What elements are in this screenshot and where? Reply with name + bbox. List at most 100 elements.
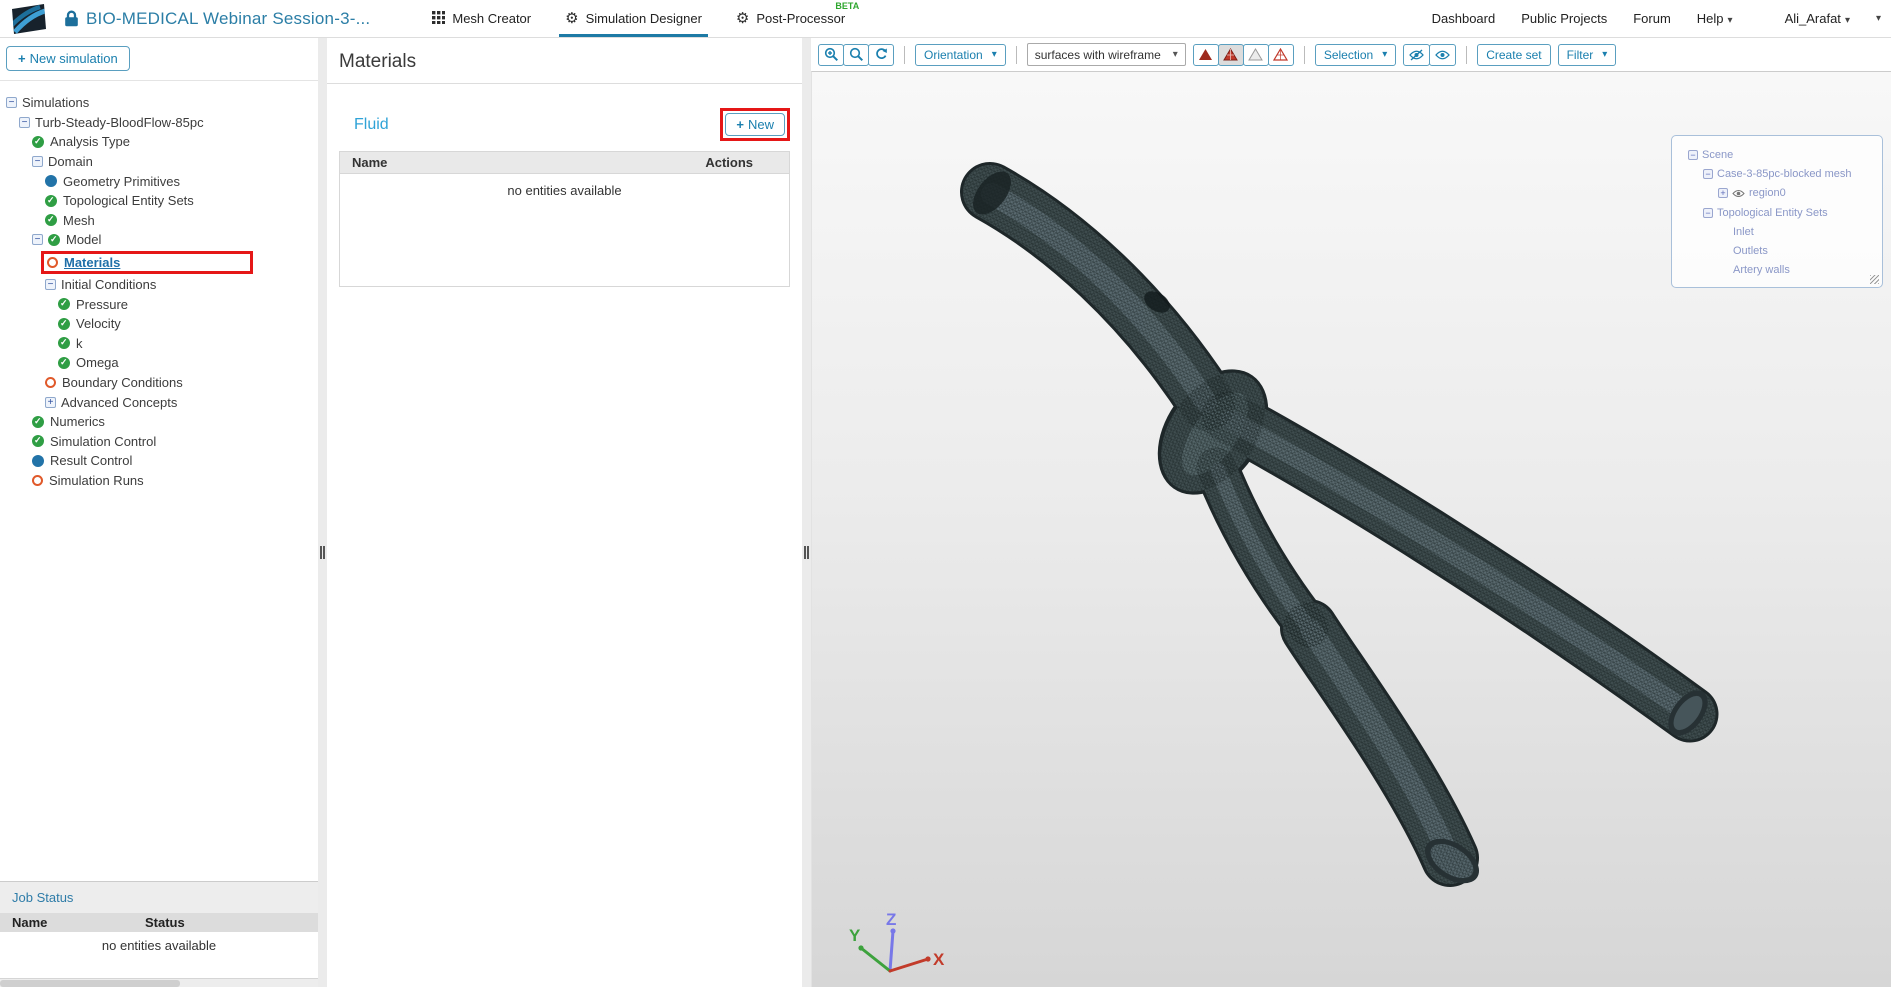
- expander-icon[interactable]: [32, 156, 43, 168]
- tree-item[interactable]: Simulation Control: [0, 432, 318, 452]
- scrollbar-thumb[interactable]: [0, 980, 180, 987]
- orientation-dropdown[interactable]: Orientation ▾: [915, 43, 1006, 66]
- tree-item[interactable]: Simulation Runs: [0, 471, 318, 491]
- tree-item[interactable]: Mesh: [0, 211, 318, 231]
- tree-item[interactable]: Advanced Concepts: [0, 392, 318, 412]
- tree-item[interactable]: Materials: [0, 250, 318, 275]
- status-icon: [45, 214, 57, 227]
- tree-item[interactable]: Simulations: [0, 93, 318, 113]
- chevron-down-icon: ▾: [1844, 15, 1850, 26]
- status-icon: [45, 175, 57, 188]
- tree-item[interactable]: Geometry Primitives: [0, 171, 318, 191]
- create-set-button[interactable]: Create set: [1477, 43, 1551, 66]
- render-solid-button[interactable]: [1192, 43, 1219, 66]
- expander-icon[interactable]: [1703, 168, 1713, 179]
- tree-item[interactable]: Initial Conditions: [0, 275, 318, 295]
- z-axis-label: Z: [886, 910, 896, 929]
- axis-orientation-gizmo: Z Y X: [849, 910, 945, 973]
- status-icon: [47, 256, 58, 268]
- user-menu[interactable]: Ali_Arafat ▾: [1785, 11, 1850, 26]
- tree-item[interactable]: Analysis Type: [0, 132, 318, 152]
- eye-icon[interactable]: [1732, 189, 1745, 198]
- tree-item[interactable]: Velocity: [0, 314, 318, 334]
- tree-item[interactable]: Model: [0, 230, 318, 250]
- view-mode-select[interactable]: surfaces with wireframe ▾: [1026, 43, 1186, 66]
- splitter-handle-icon[interactable]: [804, 546, 809, 559]
- workbench-tab[interactable]: ⚙ Post-Processor BETA: [736, 0, 859, 38]
- expander-icon[interactable]: [19, 116, 30, 128]
- render-wireframe-button[interactable]: [1267, 43, 1294, 66]
- tree-item[interactable]: Boundary Conditions: [0, 373, 318, 393]
- tab-icon: [432, 10, 446, 27]
- expander-icon[interactable]: [6, 97, 17, 109]
- new-material-button[interactable]: + New: [725, 113, 785, 136]
- viewer-3d: Orientation ▾ surfaces with wireframe ▾ Se…: [811, 38, 1891, 987]
- expander-icon[interactable]: [32, 234, 43, 246]
- scene-tree-panel[interactable]: Scene Case-3-85pc-blocked mesh region0 T…: [1671, 135, 1883, 288]
- expander-icon[interactable]: [45, 396, 56, 408]
- tree-item[interactable]: Turb-Steady-BloodFlow-85pc: [0, 113, 318, 133]
- header-link[interactable]: Public Projects: [1521, 11, 1607, 26]
- workbench-tab[interactable]: ⚙ Simulation Designer: [559, 0, 708, 38]
- job-status-empty-text: no entities available: [0, 932, 318, 978]
- show-all-button[interactable]: [1429, 43, 1457, 66]
- tree-item[interactable]: Numerics: [0, 412, 318, 432]
- splitter-viewport[interactable]: [802, 38, 811, 987]
- scene-tree: Scene Case-3-85pc-blocked mesh region0 T…: [1676, 145, 1878, 280]
- status-icon: [58, 356, 70, 369]
- render-canvas[interactable]: Scene Case-3-85pc-blocked mesh region0 T…: [811, 71, 1891, 987]
- scene-tree-item[interactable]: Case-3-85pc-blocked mesh: [1676, 164, 1878, 183]
- zoom-fit-button[interactable]: [843, 43, 869, 66]
- render-surface-wireframe-button[interactable]: [1217, 43, 1244, 66]
- zoom-box-button[interactable]: [818, 43, 844, 66]
- filter-dropdown[interactable]: Filter ▾: [1557, 43, 1617, 66]
- tab-icon: ⚙: [565, 10, 579, 27]
- help-menu[interactable]: Help ▾: [1697, 11, 1733, 26]
- render-surface-button[interactable]: [1242, 43, 1269, 66]
- scene-tree-item[interactable]: Outlets: [1676, 241, 1878, 260]
- status-icon: [32, 454, 44, 467]
- expander-icon[interactable]: [1688, 149, 1698, 160]
- extra-menu-chevron-icon[interactable]: ▾: [1876, 13, 1881, 24]
- sidebar-scrollbar[interactable]: [0, 978, 318, 987]
- scene-tree-item[interactable]: Scene: [1676, 145, 1878, 164]
- header-link[interactable]: Dashboard: [1432, 11, 1496, 26]
- toolbar-separator: [904, 45, 905, 64]
- tree-item[interactable]: Topological Entity Sets: [0, 191, 318, 211]
- new-simulation-button[interactable]: + New simulation: [6, 46, 130, 71]
- workbench-tab[interactable]: Mesh Creator: [432, 0, 531, 38]
- splitter-sidebar[interactable]: [318, 38, 327, 987]
- y-axis-label: Y: [849, 926, 861, 945]
- tree-item[interactable]: k: [0, 334, 318, 354]
- job-name-column: Name: [12, 915, 48, 930]
- expander-icon[interactable]: [1703, 207, 1713, 218]
- app-logo: [12, 3, 46, 34]
- expander-icon[interactable]: [1718, 188, 1728, 199]
- selection-dropdown[interactable]: Selection ▾: [1314, 43, 1397, 66]
- sidebar-toolbar: + New simulation: [0, 38, 318, 81]
- scene-tree-item[interactable]: Inlet: [1676, 222, 1878, 241]
- divider: [327, 83, 802, 84]
- hide-selected-button[interactable]: [1403, 43, 1431, 66]
- splitter-handle-icon[interactable]: [320, 546, 325, 559]
- tree-item[interactable]: Result Control: [0, 451, 318, 471]
- viewer-toolbar: Orientation ▾ surfaces with wireframe ▾ Se…: [811, 38, 1891, 71]
- tree-item[interactable]: Domain: [0, 152, 318, 172]
- chevron-down-icon: ▾: [1172, 49, 1178, 60]
- status-icon: [32, 435, 44, 448]
- header-link[interactable]: Forum: [1633, 11, 1671, 26]
- chevron-down-icon: ▾: [1727, 15, 1733, 26]
- materials-table-header: Name Actions: [340, 152, 789, 174]
- actions-column: Actions: [705, 155, 753, 170]
- tree-item[interactable]: Omega: [0, 353, 318, 373]
- scene-tree-item[interactable]: region0: [1676, 184, 1878, 203]
- chevron-down-icon: ▾: [1602, 49, 1608, 60]
- expander-icon[interactable]: [45, 279, 56, 291]
- simulation-sidebar: + New simulation Simulations Turb-Steady…: [0, 38, 318, 987]
- tree-item[interactable]: Pressure: [0, 294, 318, 314]
- beta-badge: BETA: [835, 0, 860, 11]
- scene-tree-item[interactable]: Artery walls: [1676, 261, 1878, 280]
- refresh-view-button[interactable]: [868, 43, 894, 66]
- simulation-tree: Simulations Turb-Steady-BloodFlow-85pc A…: [0, 81, 318, 490]
- scene-tree-item[interactable]: Topological Entity Sets: [1676, 203, 1878, 222]
